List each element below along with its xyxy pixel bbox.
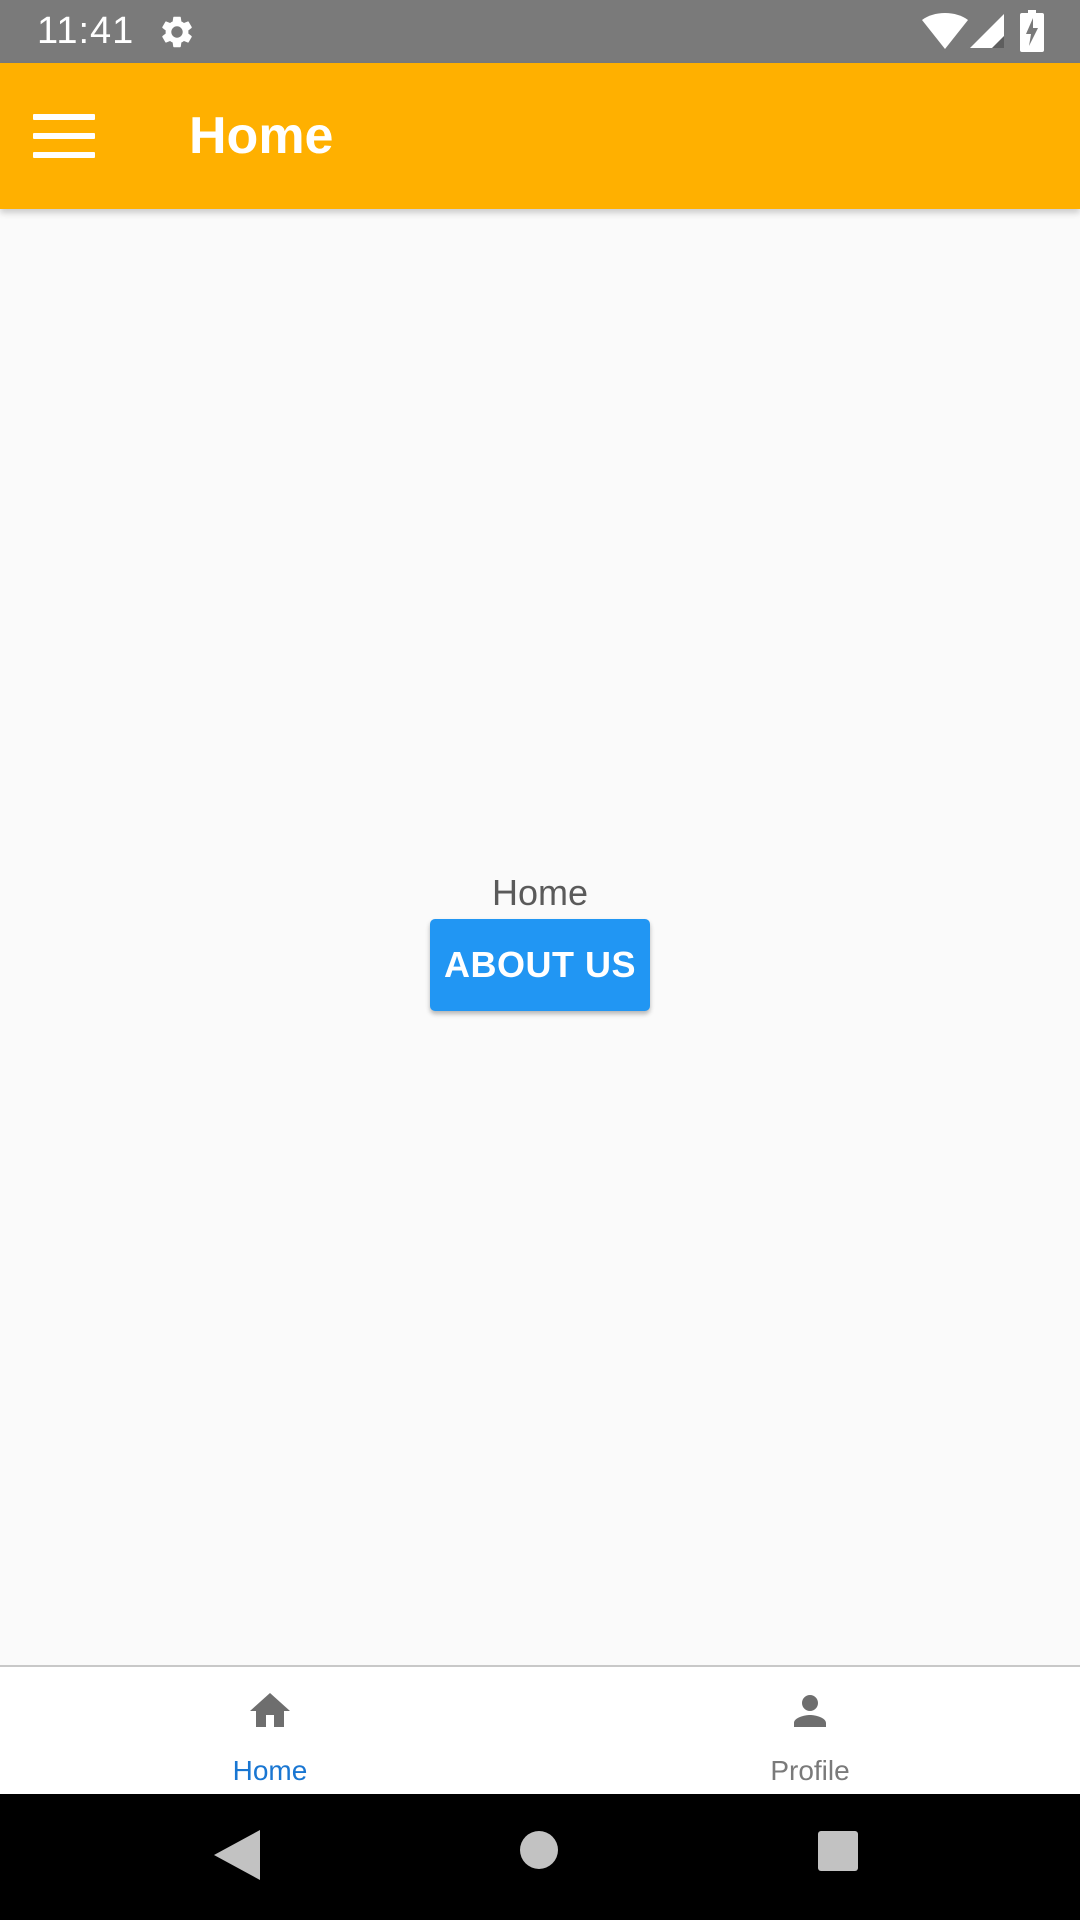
wifi-icon <box>922 13 968 49</box>
person-icon <box>794 1695 826 1727</box>
back-triangle-icon[interactable] <box>214 1830 260 1880</box>
tab-home-label: Home <box>232 1755 308 1786</box>
signal-icon <box>970 14 1004 48</box>
gear-icon <box>162 16 192 48</box>
home-circle-icon[interactable] <box>520 1831 558 1869</box>
app-bar: Home <box>0 63 1080 209</box>
status-bar: 11:41 <box>0 0 1080 63</box>
menu-button[interactable] <box>24 105 104 167</box>
status-time: 11:41 <box>37 10 135 52</box>
system-nav-bar <box>0 1794 1080 1920</box>
app-screen: 11:41 Home Home ABOUT US Home Profile <box>0 0 1080 1920</box>
hamburger-menu-icon <box>33 114 95 158</box>
tab-profile[interactable]: Profile <box>540 1667 1080 1794</box>
page-title: Home <box>189 107 334 165</box>
tab-home[interactable]: Home <box>0 1667 540 1794</box>
screen-label: Home <box>491 872 589 913</box>
bottom-tab-bar: Home Profile <box>0 1665 1080 1794</box>
battery-charging-icon <box>1020 10 1044 52</box>
about-us-button[interactable]: ABOUT US <box>430 919 650 1011</box>
recents-square-icon[interactable] <box>818 1831 858 1871</box>
home-icon <box>250 1693 290 1727</box>
tab-profile-label: Profile <box>770 1755 850 1786</box>
main-content: Home ABOUT US <box>0 209 1080 1665</box>
content-center: Home ABOUT US <box>0 871 1080 1011</box>
